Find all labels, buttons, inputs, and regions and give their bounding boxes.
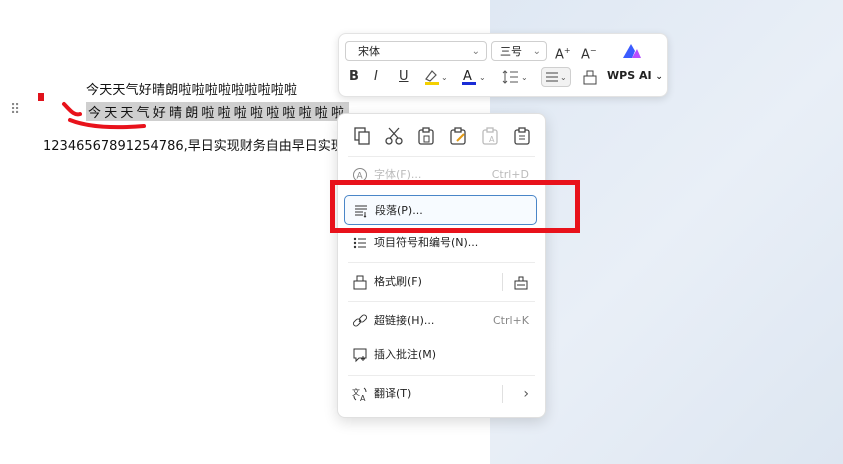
decrease-font-icon[interactable]: A− xyxy=(581,42,597,64)
paste-icon[interactable] xyxy=(416,126,436,146)
text-line-3[interactable]: 1234656789125478​6,早日实现财务自由早日实现 xyxy=(43,135,344,154)
font-size-value: 三号 xyxy=(500,45,522,58)
wps-ai-button[interactable]: WPS AI ⌄ xyxy=(607,69,663,82)
bullet-list-icon xyxy=(353,237,366,249)
menu-item-translate[interactable]: 文A 翻译(T) › xyxy=(344,379,537,409)
translate-icon: 文A xyxy=(352,387,367,402)
clipboard-actions-row: A xyxy=(344,122,539,150)
font-name-value: 宋体 xyxy=(358,45,380,58)
format-painter-icon[interactable] xyxy=(581,68,599,92)
chevron-down-icon: ⌄ xyxy=(471,46,480,57)
wps-ai-logo-icon[interactable] xyxy=(621,42,643,60)
svg-text:⌄: ⌄ xyxy=(521,73,528,82)
font-size-select[interactable]: 三号 ⌄ xyxy=(491,41,547,61)
chevron-down-icon: ⌄ xyxy=(532,46,541,57)
format-painter-lock-icon[interactable] xyxy=(513,274,529,290)
menu-divider xyxy=(502,385,503,403)
paste-keep-format-icon[interactable] xyxy=(448,126,468,146)
copy-icon[interactable] xyxy=(352,126,372,146)
menu-separator xyxy=(348,156,535,157)
font-name-select[interactable]: 宋体 ⌄ xyxy=(345,41,487,61)
menu-separator xyxy=(348,301,535,302)
wps-ai-label: WPS AI xyxy=(607,69,652,82)
red-annotation-mark xyxy=(38,93,44,101)
increase-font-icon[interactable]: A+ xyxy=(555,42,571,64)
italic-button[interactable]: I xyxy=(374,68,378,86)
paste-text-only-icon: A xyxy=(482,127,498,145)
svg-text:⌄: ⌄ xyxy=(441,73,448,82)
menu-item-format-painter[interactable]: 格式刷(F) xyxy=(344,267,537,297)
link-icon xyxy=(352,314,368,327)
comment-icon xyxy=(353,348,367,363)
svg-text:A: A xyxy=(463,69,472,84)
menu-separator xyxy=(348,375,535,376)
red-highlight-box xyxy=(330,180,580,233)
red-scribble-mark xyxy=(62,102,146,130)
menu-separator xyxy=(348,262,535,263)
menu-item-insert-comment[interactable]: 插入批注(M) xyxy=(344,340,537,370)
paste-special-icon[interactable] xyxy=(512,126,532,146)
svg-text:A: A xyxy=(489,135,495,144)
menu-item-hyperlink[interactable]: 超链接(H)... Ctrl+K xyxy=(344,306,537,336)
drag-handle-icon[interactable]: ⠿ xyxy=(10,103,20,117)
alignment-select[interactable]: ⌄ xyxy=(541,67,571,87)
floating-format-toolbar: 宋体 ⌄ 三号 ⌄ A+ A− B I U ⌄ A ⌄ ⌄ ⌄ WPS AI ⌄ xyxy=(338,33,668,97)
line-spacing-icon[interactable]: ⌄ xyxy=(501,68,531,92)
submenu-arrow-icon[interactable]: › xyxy=(523,379,529,409)
menu-divider xyxy=(502,273,503,291)
menu-item-hyperlink-label: 超链接(H)... xyxy=(374,314,435,327)
format-painter-icon xyxy=(353,275,367,290)
svg-text:A: A xyxy=(360,394,366,402)
cut-icon[interactable] xyxy=(384,126,404,146)
svg-text:文: 文 xyxy=(352,387,360,397)
font-color-icon[interactable]: A ⌄ xyxy=(461,68,487,92)
svg-text:⌄: ⌄ xyxy=(560,73,567,82)
svg-text:⌄: ⌄ xyxy=(479,73,486,82)
menu-item-translate-label: 翻译(T) xyxy=(374,387,412,400)
menu-item-format-painter-label: 格式刷(F) xyxy=(374,275,422,288)
bold-button[interactable]: B xyxy=(349,68,359,86)
highlight-color-icon[interactable]: ⌄ xyxy=(423,68,449,92)
context-menu: A A 字体(F)... Ctrl+D 段落(P)... 项目符号和编号(N).… xyxy=(337,113,546,418)
menu-item-hyperlink-shortcut: Ctrl+K xyxy=(492,314,529,327)
text-line-1[interactable]: 今天天气好晴朗啦啦啦啦啦啦啦啦啦 xyxy=(86,79,297,98)
align-justify-icon: ⌄ xyxy=(546,72,567,82)
underline-button[interactable]: U xyxy=(399,68,409,86)
menu-item-comment-label: 插入批注(M) xyxy=(374,348,437,361)
